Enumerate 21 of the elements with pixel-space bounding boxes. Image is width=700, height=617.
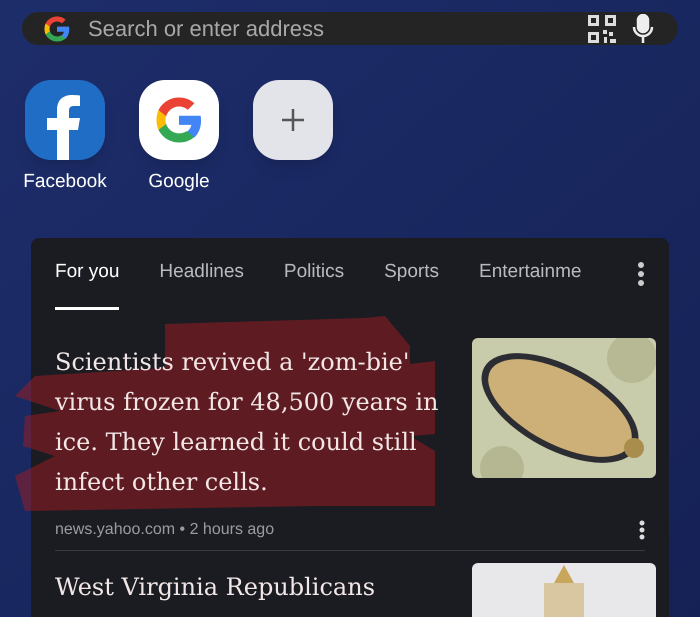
feed-tab[interactable]: For you <box>55 258 160 330</box>
feed-tab[interactable]: Sports <box>384 258 480 330</box>
microphone-icon[interactable] <box>632 14 654 44</box>
shortcut-label: Facebook <box>23 172 107 191</box>
qr-code-icon[interactable] <box>588 14 616 42</box>
headline[interactable]: West Virginia Republicans <box>55 562 440 617</box>
search-input[interactable]: Search or enter address <box>88 12 572 45</box>
more-options-icon[interactable] <box>639 520 645 540</box>
feed-tab[interactable]: Headlines <box>159 258 284 330</box>
feed-tab[interactable]: Politics <box>284 258 384 330</box>
article-source: news.yahoo.com • 2 hours ago <box>55 520 274 540</box>
add-shortcut-button[interactable] <box>253 80 333 160</box>
google-shortcut[interactable] <box>139 80 219 160</box>
google-logo-icon <box>42 14 72 44</box>
shortcut-label: Google <box>148 172 210 191</box>
headline[interactable]: Scientists revived a 'zom-bie' virus frozen for 48,500 years in ice. They learned it could still infect other cells. <box>55 338 440 502</box>
facebook-shortcut[interactable] <box>25 80 105 160</box>
more-options-icon[interactable] <box>637 262 645 286</box>
plus-icon <box>281 108 305 132</box>
feed-tab[interactable]: Entertainme <box>479 258 622 330</box>
search-bar[interactable]: Search or enter address <box>22 12 678 45</box>
